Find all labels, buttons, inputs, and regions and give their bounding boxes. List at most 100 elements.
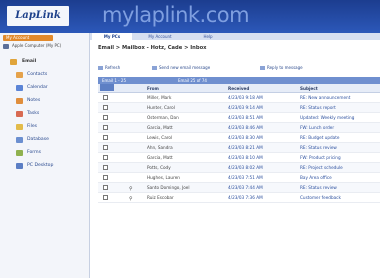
email-from: Ahn, Sandra (147, 145, 173, 150)
sidebar-item-email[interactable]: Email (10, 57, 88, 67)
row-checkbox[interactable] (103, 105, 108, 110)
sidebar-item-label: Contacts (27, 72, 48, 77)
email-subject[interactable]: Bay Area office (300, 173, 380, 183)
email-toolbar: Refresh Send new email message Reply to … (98, 64, 378, 72)
row-checkbox[interactable] (103, 185, 108, 190)
email-subject[interactable]: RE: Status review (300, 143, 380, 153)
table-row[interactable]: Osterman, Dan 4/23/03 8:51 AM Updated: W… (98, 113, 380, 123)
site-brand-url: mylaplink.com (102, 3, 250, 27)
email-subject[interactable]: RE: Status review (300, 183, 380, 193)
table-row[interactable]: Garcia, Matt 4/23/03 8:46 AM FW: Lunch o… (98, 123, 380, 133)
new-email-button[interactable]: Send new email message (152, 64, 210, 72)
refresh-label: Refresh (105, 65, 121, 70)
email-received: 4/23/03 7:44 AM (228, 185, 263, 190)
email-subject[interactable]: RE: Budget update (300, 133, 380, 143)
my-account-button[interactable]: My Account (3, 35, 53, 41)
email-received: 4/23/03 9:18 AM (228, 95, 263, 100)
email-subject[interactable]: FW: Lunch order (300, 123, 380, 133)
email-subject[interactable]: RE: Status report (300, 103, 380, 113)
column-header-subject[interactable]: Subject (300, 84, 318, 93)
sidebar-item-label: Notes (27, 98, 41, 103)
email-subject[interactable]: RE: New announcement (300, 93, 380, 103)
app-header: LapLink mylaplink.com (0, 0, 380, 33)
sidebar: My Account Apple Computer (My PC) Email … (0, 33, 90, 278)
refresh-icon (98, 65, 103, 70)
email-received: 4/23/03 7:36 AM (228, 195, 263, 200)
tasks-icon (16, 111, 23, 117)
laplink-logo[interactable]: LapLink (7, 6, 69, 26)
tab-my-pcs[interactable]: My PCs (92, 33, 132, 40)
table-row[interactable]: Hughes, Lauren 4/23/03 7:51 AM Bay Area … (98, 173, 380, 183)
files-icon (16, 124, 23, 130)
row-checkbox[interactable] (103, 95, 108, 100)
contacts-icon (16, 72, 23, 78)
sidebar-item-label: Database (27, 137, 49, 142)
device-selector[interactable]: Apple Computer (My PC) (3, 43, 87, 55)
row-checkbox[interactable] (103, 135, 108, 140)
sidebar-item-notes[interactable]: Notes (10, 96, 88, 106)
tab-bar: My PCs My Account Help (90, 33, 380, 40)
row-checkbox[interactable] (103, 115, 108, 120)
sidebar-item-label: Files (27, 124, 38, 129)
reply-button[interactable]: Reply to message (260, 64, 303, 72)
sidebar-item-label: Tasks (27, 111, 40, 116)
calendar-icon (16, 85, 23, 91)
column-header-from[interactable]: From (147, 84, 159, 93)
email-received: 4/23/03 8:46 AM (228, 125, 263, 130)
email-subject[interactable]: RE: Project schedule (300, 163, 380, 173)
email-received: 4/23/03 8:10 AM (228, 155, 263, 160)
reply-icon (260, 65, 265, 70)
sidebar-item-forms[interactable]: Forms (10, 148, 88, 158)
email-subject[interactable]: Customer feedback (300, 193, 380, 203)
sidebar-item-database[interactable]: Database (10, 135, 88, 145)
table-row[interactable]: ⚲ Santo Domingo, Joel 4/23/03 7:44 AM RE… (98, 183, 380, 193)
table-row[interactable]: Garcia, Matt 4/23/03 8:10 AM FW: Product… (98, 153, 380, 163)
email-count: Email 25 of 74 (178, 78, 207, 83)
email-from: Lewis, Carol (147, 135, 173, 140)
row-checkbox[interactable] (103, 195, 108, 200)
row-checkbox[interactable] (103, 155, 108, 160)
email-from: Hunter, Carol (147, 105, 175, 110)
row-checkbox[interactable] (103, 145, 108, 150)
breadcrumb: Email > Mailbox - Hotz, Cade > Inbox (98, 45, 207, 51)
email-received: 4/23/03 8:21 AM (228, 145, 263, 150)
email-from: Garcia, Matt (147, 155, 173, 160)
table-row[interactable]: Lewis, Carol 4/23/03 8:30 AM RE: Budget … (98, 133, 380, 143)
email-received: 4/23/03 7:51 AM (228, 175, 263, 180)
email-received: 4/23/03 8:30 AM (228, 135, 263, 140)
device-name: Apple Computer (My PC) (12, 43, 62, 48)
email-received: 4/23/03 9:14 AM (228, 105, 263, 110)
email-received: 4/23/03 8:02 AM (228, 165, 263, 170)
tab-my-account[interactable]: My Account (134, 33, 186, 40)
email-from: Hughes, Lauren (147, 175, 180, 180)
sidebar-item-files[interactable]: Files (10, 122, 88, 132)
row-checkbox[interactable] (103, 125, 108, 130)
sidebar-item-calendar[interactable]: Calendar (10, 83, 88, 93)
table-row[interactable]: ⚲ Ruiz Escobar 4/23/03 7:36 AM Customer … (98, 193, 380, 203)
email-from: Garcia, Matt (147, 125, 173, 130)
sidebar-item-label: PC Desktop (27, 163, 54, 168)
email-from: Osterman, Dan (147, 115, 179, 120)
tab-help[interactable]: Help (188, 33, 228, 40)
table-row[interactable]: Hunter, Carol 4/23/03 9:14 AM RE: Status… (98, 103, 380, 113)
refresh-button[interactable]: Refresh (98, 64, 120, 72)
select-all-checkbox[interactable] (100, 84, 114, 91)
sidebar-item-contacts[interactable]: Contacts (10, 70, 88, 80)
table-row[interactable]: Miller, Mark 4/23/03 9:18 AM RE: New ann… (98, 93, 380, 103)
table-row[interactable]: Potts, Cody 4/23/03 8:02 AM RE: Project … (98, 163, 380, 173)
table-row[interactable]: Ahn, Sandra 4/23/03 8:21 AM RE: Status r… (98, 143, 380, 153)
sidebar-item-label: Forms (27, 150, 41, 155)
email-grid-header: From Received Subject (98, 84, 380, 93)
email-from: Santo Domingo, Joel (147, 185, 190, 190)
sidebar-item-tasks[interactable]: Tasks (10, 109, 88, 119)
email-received: 4/23/03 8:51 AM (228, 115, 263, 120)
email-subject[interactable]: Updated: Weekly meeting (300, 113, 380, 123)
email-subject[interactable]: FW: Product pricing (300, 153, 380, 163)
row-checkbox[interactable] (103, 175, 108, 180)
sidebar-item-pc-desktop[interactable]: PC Desktop (10, 161, 88, 171)
forms-icon (16, 150, 23, 156)
column-header-received[interactable]: Received (228, 84, 249, 93)
email-from: Potts, Cody (147, 165, 171, 170)
new-email-label: Send new email message (159, 65, 211, 70)
row-checkbox[interactable] (103, 165, 108, 170)
